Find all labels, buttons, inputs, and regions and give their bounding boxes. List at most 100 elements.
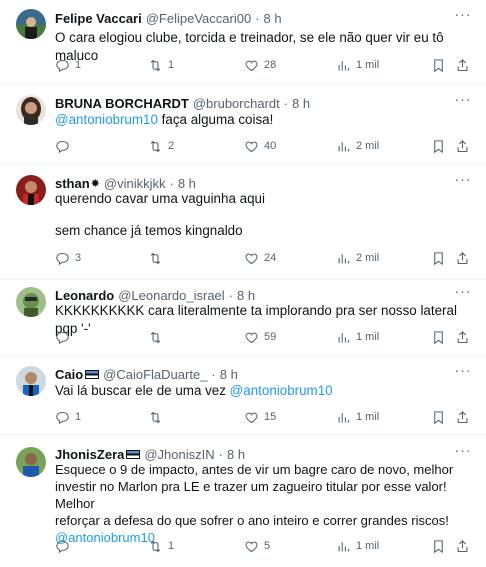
timestamp[interactable]: 8 h (227, 447, 245, 462)
share-button[interactable] (455, 56, 470, 74)
display-name[interactable]: Leonardo (55, 288, 114, 303)
views-button[interactable]: 2 mil (336, 137, 379, 155)
views-button[interactable]: 2 mil (336, 249, 379, 267)
user-handle[interactable]: @bruborchardt (193, 96, 280, 111)
user-handle[interactable]: @CaioFlaDuarte_ (103, 367, 207, 382)
tweet-text-line: Vai lá buscar ele de uma vez @antoniobru… (55, 382, 470, 400)
reply-button[interactable]: 1 (55, 408, 81, 426)
display-name[interactable]: sthan (55, 176, 90, 191)
mention-link[interactable]: @antoniobrum10 (55, 112, 158, 127)
avatar[interactable] (16, 95, 46, 125)
views-button[interactable]: 1 mil (336, 408, 379, 426)
timestamp[interactable]: 8 h (237, 288, 255, 303)
like-button[interactable]: 40 (244, 137, 276, 155)
bookmark-button[interactable] (431, 249, 446, 267)
separator-dot: · (218, 446, 223, 462)
avatar[interactable] (16, 175, 46, 205)
like-count: 24 (264, 252, 277, 264)
reply-icon (56, 331, 69, 344)
retweet-button[interactable] (148, 249, 168, 267)
avatar[interactable] (16, 9, 46, 39)
display-name[interactable]: Felipe Vaccari (55, 11, 142, 26)
views-icon (338, 60, 350, 70)
display-name[interactable]: JhonisZera (55, 447, 124, 462)
more-icon[interactable]: ··· (454, 284, 472, 303)
user-handle[interactable]: @vinikkjkk (104, 176, 166, 191)
more-icon[interactable]: ··· (454, 92, 472, 111)
share-icon (457, 58, 468, 71)
display-name[interactable]: Caio (55, 367, 83, 382)
views-button[interactable]: 1 mil (336, 56, 379, 74)
bookmark-button[interactable] (431, 328, 446, 346)
retweet-button[interactable]: 2 (148, 137, 174, 155)
separator-dot: · (283, 95, 289, 111)
tweet-text-line: @antoniobrum10 faça alguma coisa! (55, 111, 470, 129)
reply-tweet[interactable]: Felipe Vaccari @FelipeVaccari00 · 8 h ··… (0, 0, 486, 85)
avatar[interactable] (16, 447, 46, 477)
timestamp[interactable]: 8 h (178, 176, 196, 191)
reply-tweet[interactable]: BRUNA BORCHARDT @bruborchardt · 8 h ··· … (0, 85, 486, 165)
flag-icon (126, 449, 141, 459)
tweet-header: Felipe Vaccari @FelipeVaccari00 · 8 h (55, 9, 446, 27)
display-name[interactable]: BRUNA BORCHARDT (55, 96, 189, 111)
retweet-icon (150, 59, 161, 71)
tweet-text-line: investir no Marlon pra LE e trazer um za… (55, 479, 447, 511)
like-count: 5 (264, 540, 271, 552)
user-handle[interactable]: @Leonardo_israel (118, 288, 224, 303)
like-button[interactable]: 15 (244, 408, 276, 426)
share-button[interactable] (455, 249, 470, 267)
share-button[interactable] (455, 537, 470, 555)
retweet-button[interactable] (148, 408, 168, 426)
reply-button[interactable]: 3 (55, 249, 81, 267)
share-button[interactable] (455, 328, 470, 346)
retweet-icon (150, 331, 161, 343)
heart-icon (245, 412, 258, 423)
retweet-button[interactable]: 1 (148, 537, 174, 555)
reply-button[interactable] (55, 537, 75, 555)
like-button[interactable]: 28 (244, 56, 276, 74)
avatar[interactable] (16, 366, 46, 396)
share-button[interactable] (455, 408, 470, 426)
reply-button[interactable]: 1 (55, 56, 81, 74)
reply-tweet[interactable]: sthan ✸ @vinikkjkk · 8 h ··· querendo ca… (0, 165, 486, 280)
more-icon[interactable]: ··· (454, 7, 472, 26)
tweet-text-line: querendo cavar uma vaguinha aqui (55, 191, 265, 206)
tweet-text: querendo cavar uma vaguinha aqui sem cha… (55, 190, 470, 240)
reply-tweet[interactable]: Leonardo @Leonardo_israel · 8 h ··· KKKK… (0, 280, 486, 356)
reply-button[interactable] (55, 137, 75, 155)
user-handle[interactable]: @FelipeVaccari00 (146, 11, 251, 26)
avatar[interactable] (16, 287, 46, 317)
like-count: 59 (264, 331, 277, 343)
mention-link[interactable]: @antoniobrum10 (230, 383, 333, 398)
bookmark-button[interactable] (431, 137, 446, 155)
reply-tweet[interactable]: JhonisZera @JhoniszIN · 8 h ··· Esquece … (0, 435, 486, 567)
bookmark-button[interactable] (431, 408, 446, 426)
timestamp[interactable]: 8 h (264, 11, 282, 26)
timestamp[interactable]: 8 h (220, 367, 238, 382)
views-icon (338, 332, 350, 342)
views-button[interactable]: 1 mil (336, 537, 379, 555)
heart-icon (245, 541, 258, 552)
more-icon[interactable]: ··· (454, 172, 472, 191)
more-icon[interactable]: ··· (454, 363, 472, 382)
share-button[interactable] (455, 137, 470, 155)
like-button[interactable]: 24 (244, 249, 276, 267)
more-icon[interactable]: ··· (454, 443, 472, 462)
view-count: 2 mil (356, 252, 380, 264)
views-button[interactable]: 1 mil (336, 328, 379, 346)
like-button[interactable]: 59 (244, 328, 276, 346)
timestamp[interactable]: 8 h (292, 96, 310, 111)
reply-button[interactable] (55, 328, 75, 346)
like-button[interactable]: 5 (244, 537, 270, 555)
bookmark-button[interactable] (431, 537, 446, 555)
user-handle[interactable]: @JhoniszIN (144, 447, 214, 462)
share-icon (457, 539, 468, 552)
view-count: 2 mil (356, 140, 380, 152)
retweet-icon (150, 140, 161, 152)
bookmark-button[interactable] (431, 56, 446, 74)
views-icon (338, 253, 350, 263)
retweet-button[interactable]: 1 (148, 56, 174, 74)
retweet-button[interactable] (148, 328, 168, 346)
retweet-icon (150, 252, 161, 264)
reply-tweet[interactable]: Caio @CaioFlaDuarte_ · 8 h ··· Vai lá bu… (0, 356, 486, 435)
